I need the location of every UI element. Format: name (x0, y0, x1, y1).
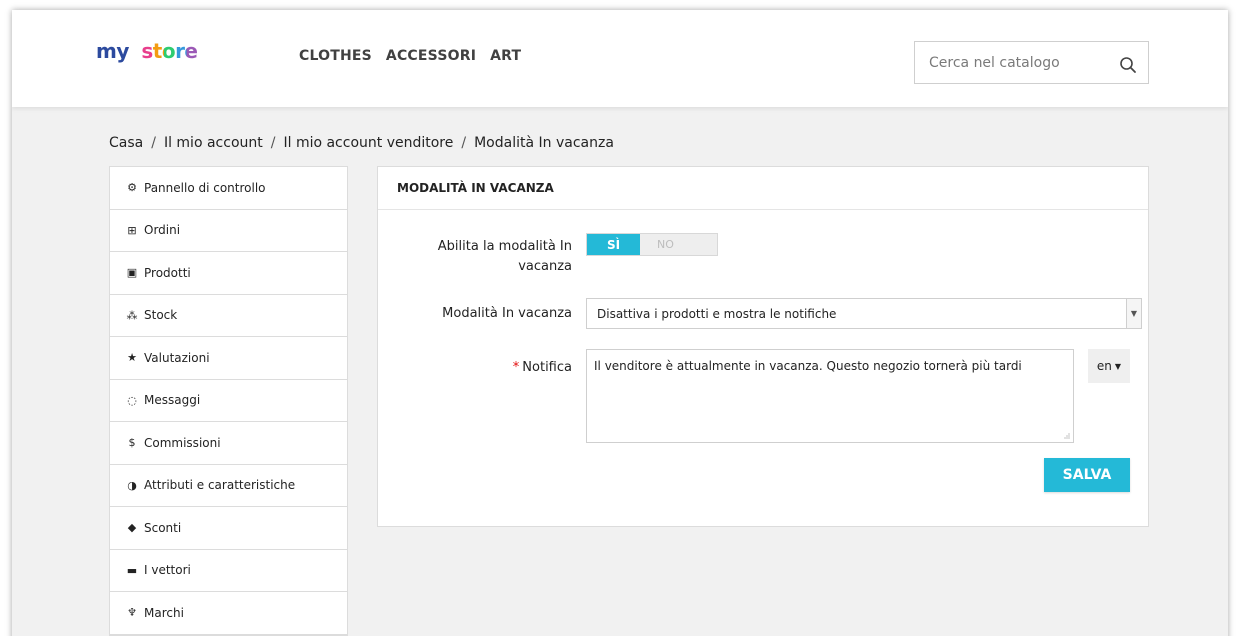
toggle-no[interactable]: NO (640, 234, 717, 255)
sidebar-item-label: I vettori (144, 563, 191, 578)
panel-title: MODALITÀ IN VACANZA (378, 167, 1148, 210)
tag-icon: ◆ (127, 521, 137, 535)
sidebar-item-products[interactable]: ▣ Prodotti (110, 252, 347, 295)
cubes-icon: ⁂ (126, 308, 138, 322)
trophy-icon: ♆ (127, 606, 137, 620)
store-logo[interactable]: my store (96, 39, 198, 63)
adjust-icon: ◑ (127, 478, 137, 492)
breadcrumb-account[interactable]: Il mio account (164, 135, 263, 151)
resize-handle-icon[interactable] (1064, 433, 1070, 439)
required-mark: * (512, 360, 520, 375)
chevron-down-icon[interactable]: ▼ (1126, 299, 1141, 328)
sidebar-item-dashboard[interactable]: ⚙ Pannello di controllo (110, 167, 347, 210)
account-sidebar: ⚙ Pannello di controllo ⊞ Ordini ▣ Prodotti… (109, 166, 348, 636)
vacation-mode-label: Modalità In vacanza (442, 306, 572, 321)
sidebar-item-ratings[interactable]: ★ Valutazioni (110, 337, 347, 380)
breadcrumb-current: Modalità In vacanza (474, 135, 614, 151)
sidebar-item-stock[interactable]: ⁂ Stock (110, 295, 347, 337)
sidebar-item-label: Pannello di controllo (144, 180, 266, 195)
sidebar-item-carriers[interactable]: ▬ I vettori (110, 550, 347, 592)
breadcrumb-separator: / (461, 135, 467, 151)
vacation-toggle[interactable]: SÌ NO (586, 233, 718, 256)
sidebar-item-label: Commissioni (144, 435, 221, 450)
sidebar-item-label: Marchi (144, 605, 184, 620)
logo-part-my: my (96, 39, 129, 63)
breadcrumb-separator: / (270, 135, 276, 151)
breadcrumb-separator: / (151, 135, 156, 151)
sidebar-item-label: Valutazioni (144, 350, 210, 365)
breadcrumb-seller-account[interactable]: Il mio account venditore (283, 135, 453, 151)
vacation-mode-value: Disattiva i prodotti e mostra le notific… (597, 306, 837, 321)
notification-label-text: Notifica (522, 360, 572, 375)
dashboard-icon: ⚙ (127, 181, 137, 195)
logo-part-store: store (141, 39, 198, 63)
breadcrumb: Casa / Il mio account / Il mio account v… (109, 135, 614, 151)
notification-label: * Notifica (392, 358, 572, 378)
sidebar-item-label: Ordini (144, 223, 181, 238)
vacation-mode-panel: MODALITÀ IN VACANZA Abilita la modalità … (377, 166, 1149, 527)
comment-icon: ◌ (127, 393, 137, 407)
sidebar-item-messages[interactable]: ◌ Messaggi (110, 380, 347, 422)
sidebar-item-attributes[interactable]: ◑ Attributi e caratteristiche (110, 465, 347, 507)
main-nav: CLOTHES ACCESSORI ART (299, 48, 521, 64)
sidebar-item-label: Attributi e caratteristiche (144, 478, 296, 493)
basket-icon: ⊞ (127, 223, 137, 237)
language-dropdown[interactable]: en ▼ (1088, 349, 1130, 383)
search-icon[interactable] (1118, 55, 1138, 75)
notification-text: Il venditore è attualmente in vacanza. Q… (594, 359, 1022, 373)
browser-frame: my store CLOTHES ACCESSORI ART Casa / Il… (12, 10, 1228, 636)
language-code: en (1096, 359, 1112, 373)
sidebar-item-discounts[interactable]: ◆ Sconti (110, 507, 347, 550)
save-button[interactable]: SALVA (1044, 458, 1130, 492)
nav-clothes[interactable]: CLOTHES (299, 48, 372, 64)
sidebar-item-commissions[interactable]: $ Commissioni (110, 422, 347, 465)
sidebar-item-brands[interactable]: ♆ Marchi (110, 592, 347, 635)
gift-icon: ▣ (126, 266, 138, 280)
caret-down-icon: ▼ (1114, 361, 1122, 371)
sidebar-item-label: Sconti (144, 520, 182, 535)
sidebar-item-orders[interactable]: ⊞ Ordini (110, 210, 347, 252)
toggle-yes[interactable]: SÌ (587, 234, 640, 255)
enable-vacation-label: Abilita la modalità In vacanza (437, 239, 572, 274)
nav-accessori[interactable]: ACCESSORI (386, 48, 476, 64)
site-header: my store CLOTHES ACCESSORI ART (12, 10, 1228, 107)
search-box (914, 41, 1149, 84)
sidebar-item-label: Prodotti (144, 265, 191, 280)
star-icon: ★ (127, 351, 137, 365)
sidebar-item-label: Messaggi (144, 393, 201, 408)
vacation-mode-select[interactable]: Disattiva i prodotti e mostra le notific… (586, 298, 1142, 329)
truck-icon: ▬ (126, 563, 138, 577)
search-input[interactable] (929, 53, 1109, 73)
breadcrumb-home[interactable]: Casa (109, 135, 143, 151)
sidebar-item-label: Stock (144, 308, 178, 323)
notification-textarea[interactable]: Il venditore è attualmente in vacanza. Q… (586, 349, 1074, 443)
nav-art[interactable]: ART (490, 48, 521, 64)
dollar-icon: $ (128, 436, 136, 450)
